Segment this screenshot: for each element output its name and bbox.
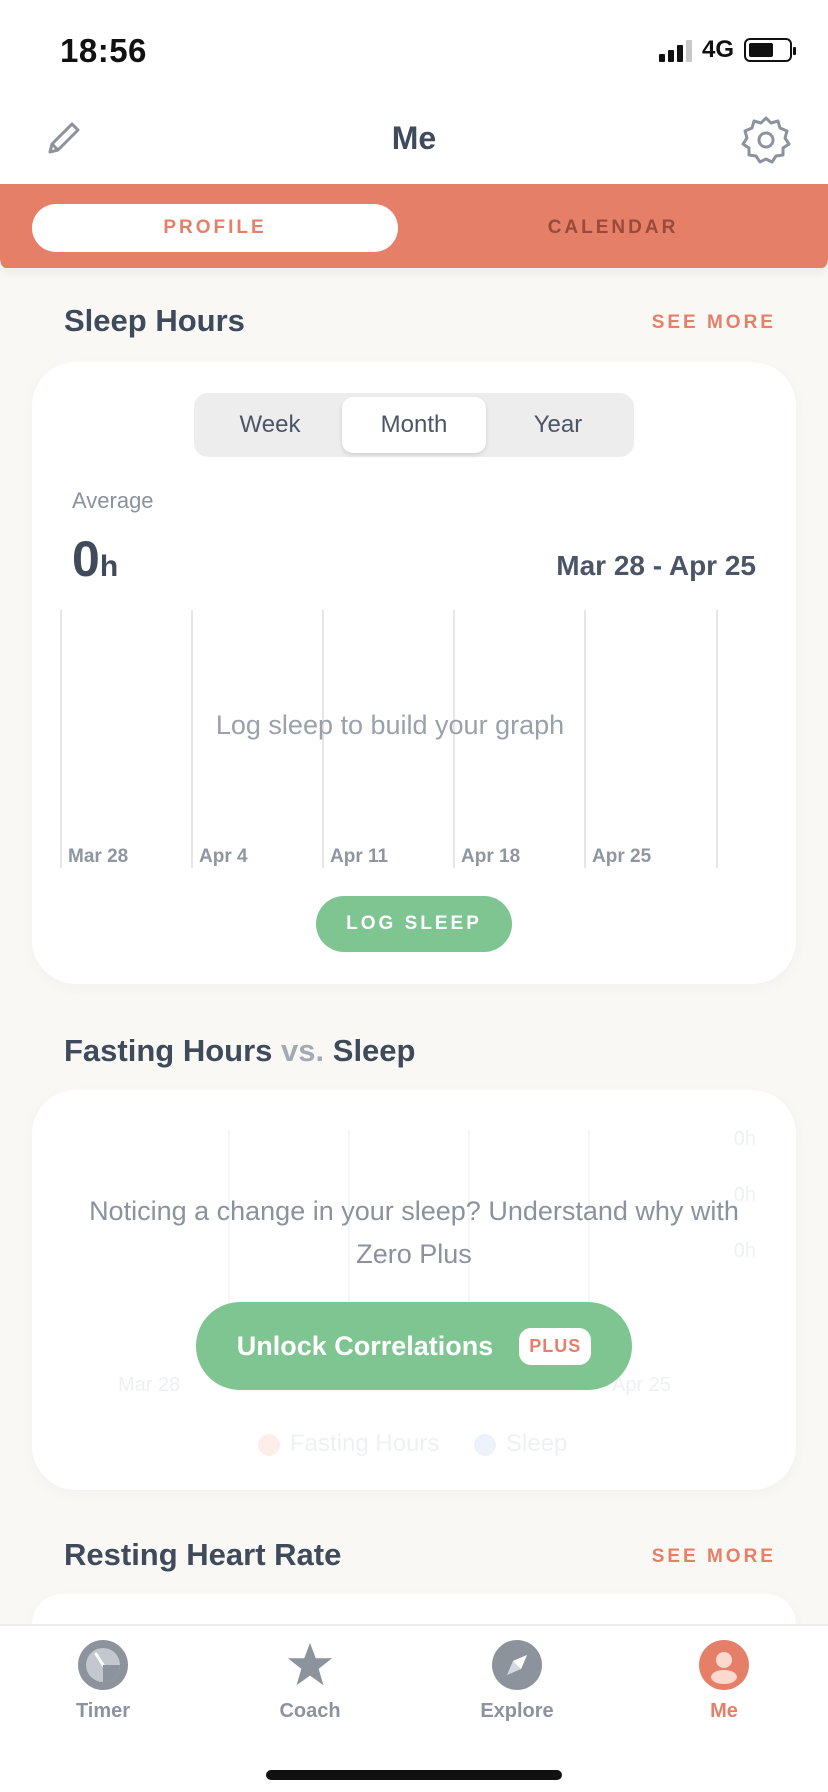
page-title: Me bbox=[391, 120, 437, 156]
sleep-see-more-link[interactable]: SEE MORE bbox=[652, 312, 776, 334]
plus-badge: PLUS bbox=[519, 1327, 592, 1365]
sleep-legend-dot bbox=[474, 1434, 496, 1456]
profile-calendar-tabs: PROFILE CALENDAR bbox=[0, 184, 828, 268]
bottom-navigation: Timer Coach Explore Me bbox=[0, 1624, 828, 1792]
upsell-message: Noticing a change in your sleep? Underst… bbox=[89, 1196, 739, 1269]
range-month-option[interactable]: Month bbox=[342, 397, 486, 453]
fasting-sleep-card: 0h 0h 0h Mar 28 Apr 25 Fasting Hours Sle… bbox=[32, 1090, 796, 1490]
sleep-card: Week Month Year Average 0h Mar 28 - Apr … bbox=[32, 362, 796, 984]
nav-me[interactable]: Me bbox=[659, 1640, 789, 1723]
compass-icon bbox=[492, 1640, 542, 1690]
average-value: 0h bbox=[72, 530, 118, 588]
status-bar: 18:56 4G bbox=[0, 0, 828, 100]
log-sleep-button[interactable]: LOG SLEEP bbox=[316, 896, 512, 952]
average-unit: h bbox=[99, 550, 119, 583]
graph-x-label: Apr 11 bbox=[330, 846, 389, 867]
heart-section-title: Resting Heart Rate bbox=[64, 1537, 342, 1572]
range-week-option[interactable]: Week bbox=[198, 397, 342, 453]
ghost-x-label: Mar 28 bbox=[118, 1374, 181, 1396]
graph-x-label: Mar 28 bbox=[68, 846, 129, 867]
sleep-section-title: Sleep Hours bbox=[64, 303, 245, 338]
profile-icon bbox=[699, 1640, 749, 1690]
graph-x-label: Apr 18 bbox=[461, 846, 521, 867]
ghost-x-label: Apr 25 bbox=[612, 1374, 671, 1396]
fasting-section-title: Fasting Hours vs. Sleep bbox=[64, 1033, 415, 1069]
graph-x-label: Apr 25 bbox=[592, 846, 652, 867]
range-selector: Week Month Year bbox=[194, 393, 634, 457]
home-indicator bbox=[266, 1770, 562, 1780]
fasting-title-part1: Fasting Hours bbox=[64, 1033, 273, 1068]
status-indicators: 4G bbox=[658, 36, 796, 64]
gear-icon[interactable] bbox=[740, 114, 792, 166]
ghost-y-label: 0h bbox=[733, 1128, 756, 1150]
timer-icon bbox=[78, 1640, 128, 1690]
date-range: Mar 28 - Apr 25 bbox=[556, 550, 756, 581]
unlock-button-label: Unlock Correlations bbox=[236, 1330, 494, 1361]
status-time: 18:56 bbox=[60, 32, 147, 69]
tab-profile[interactable]: PROFILE bbox=[32, 204, 398, 252]
fasting-title-part2: Sleep bbox=[332, 1033, 416, 1068]
battery-icon bbox=[744, 38, 796, 62]
nav-coach[interactable]: Coach bbox=[245, 1640, 375, 1723]
nav-timer[interactable]: Timer bbox=[38, 1640, 168, 1723]
nav-explore-label: Explore bbox=[480, 1700, 554, 1722]
fasting-legend-dot bbox=[258, 1434, 280, 1456]
ghost-legend-fasting: Fasting Hours bbox=[290, 1430, 440, 1457]
average-label: Average bbox=[72, 488, 154, 513]
graph-empty-message: Log sleep to build your graph bbox=[215, 710, 565, 740]
sleep-graph: Mar 28 Apr 4 Apr 11 Apr 18 Apr 25 Log sl… bbox=[60, 610, 720, 868]
heart-see-more-link[interactable]: SEE MORE bbox=[652, 1546, 776, 1568]
nav-me-label: Me bbox=[710, 1700, 738, 1722]
signal-icon bbox=[658, 38, 692, 62]
top-header: Me bbox=[0, 100, 828, 184]
unlock-correlations-button[interactable]: Unlock Correlations PLUS bbox=[196, 1302, 632, 1390]
average-number: 0 bbox=[72, 531, 100, 587]
ghost-legend-sleep: Sleep bbox=[506, 1430, 568, 1457]
nav-coach-label: Coach bbox=[279, 1700, 341, 1722]
fasting-title-vs: vs. bbox=[281, 1033, 325, 1068]
tab-calendar[interactable]: CALENDAR bbox=[430, 204, 796, 252]
star-icon bbox=[285, 1640, 335, 1690]
network-type: 4G bbox=[701, 36, 734, 63]
graph-x-label: Apr 4 bbox=[199, 846, 248, 867]
nav-timer-label: Timer bbox=[75, 1700, 131, 1722]
nav-explore[interactable]: Explore bbox=[452, 1640, 582, 1723]
range-year-option[interactable]: Year bbox=[486, 397, 630, 453]
